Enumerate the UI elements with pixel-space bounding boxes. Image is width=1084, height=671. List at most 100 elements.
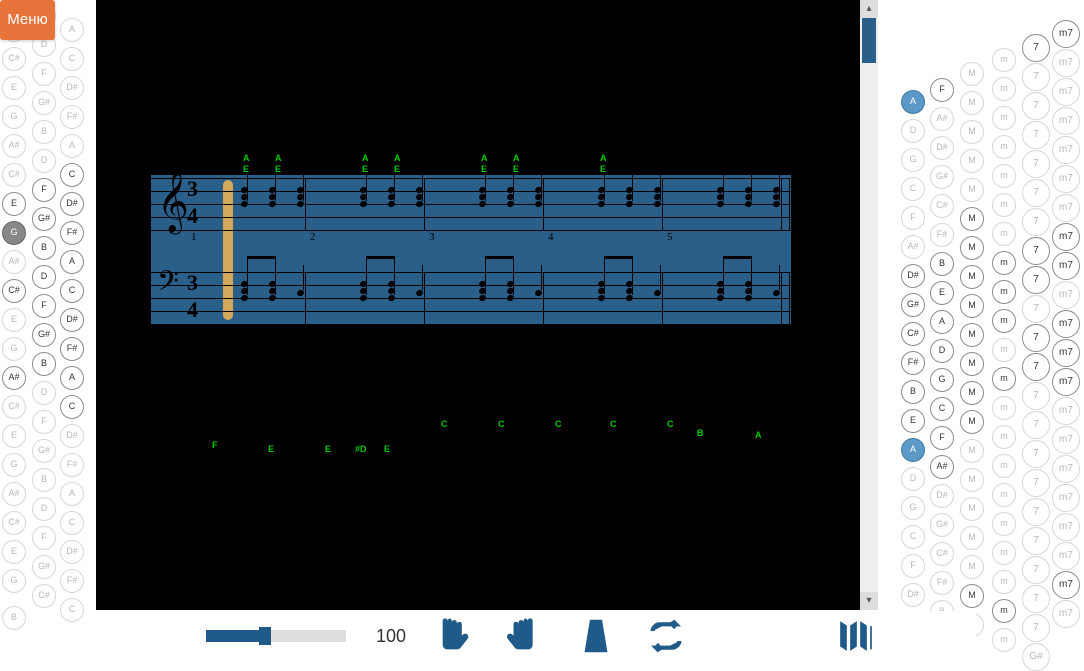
left-key-Gs[interactable]: G# bbox=[32, 91, 56, 115]
right-key-m[interactable]: m bbox=[992, 570, 1016, 594]
right-key-Cs[interactable]: C# bbox=[901, 322, 925, 346]
left-key-Gs[interactable]: G# bbox=[32, 555, 56, 579]
right-key-M[interactable]: M bbox=[960, 149, 984, 173]
right-key-D[interactable]: D bbox=[901, 467, 925, 491]
left-key-F[interactable]: F bbox=[32, 410, 56, 434]
right-key-7[interactable]: 7 bbox=[1022, 614, 1050, 642]
right-key-B[interactable]: B bbox=[901, 380, 925, 404]
left-key-A[interactable]: A bbox=[60, 366, 84, 390]
right-key-7[interactable]: 7 bbox=[1022, 353, 1050, 381]
right-key-m7[interactable]: m7 bbox=[1052, 455, 1080, 483]
left-key-E[interactable]: E bbox=[2, 424, 26, 448]
right-key-m[interactable]: m bbox=[992, 222, 1016, 246]
right-key-m[interactable]: m bbox=[992, 628, 1016, 652]
right-key-As[interactable]: A# bbox=[930, 107, 954, 131]
right-key-m[interactable]: m bbox=[992, 48, 1016, 72]
right-key-m7[interactable]: m7 bbox=[1052, 107, 1080, 135]
right-key-m7[interactable]: m7 bbox=[1052, 136, 1080, 164]
left-key-Fs[interactable]: F# bbox=[60, 453, 84, 477]
left-key-Fs[interactable]: F# bbox=[60, 105, 84, 129]
left-key-A[interactable]: A bbox=[60, 250, 84, 274]
left-key-E[interactable]: E bbox=[2, 308, 26, 332]
left-key-A[interactable]: A bbox=[60, 18, 84, 42]
left-key-Ds[interactable]: D# bbox=[60, 308, 84, 332]
scroll-up-icon[interactable]: ▴ bbox=[860, 0, 878, 18]
left-key-C[interactable]: C bbox=[60, 279, 84, 303]
right-key-7[interactable]: 7 bbox=[1022, 34, 1050, 62]
right-key-m[interactable]: m bbox=[992, 454, 1016, 478]
right-key-C[interactable]: C bbox=[901, 525, 925, 549]
right-key-7[interactable]: 7 bbox=[1022, 295, 1050, 323]
left-key-E[interactable]: E bbox=[2, 192, 26, 216]
right-key-7[interactable]: 7 bbox=[1022, 440, 1050, 468]
left-key-D[interactable]: D bbox=[32, 497, 56, 521]
right-key-7[interactable]: 7 bbox=[1022, 469, 1050, 497]
right-key-A[interactable]: A bbox=[930, 310, 954, 334]
left-key-Cs[interactable]: C# bbox=[2, 163, 26, 187]
left-hand-icon[interactable] bbox=[436, 616, 476, 656]
right-key-m[interactable]: m bbox=[992, 396, 1016, 420]
right-key-M[interactable]: M bbox=[960, 468, 984, 492]
left-key-C[interactable]: C bbox=[60, 511, 84, 535]
left-key-E[interactable]: E bbox=[2, 540, 26, 564]
right-key-m7[interactable]: m7 bbox=[1052, 310, 1080, 338]
left-key-B[interactable]: B bbox=[32, 120, 56, 144]
left-key-G[interactable]: G bbox=[2, 105, 26, 129]
right-key-Fs[interactable]: F# bbox=[930, 571, 954, 595]
menu-button[interactable]: Меню bbox=[0, 0, 55, 40]
left-key-B[interactable]: B bbox=[32, 352, 56, 376]
right-key-m[interactable]: m bbox=[992, 541, 1016, 565]
right-key-m[interactable]: m bbox=[992, 309, 1016, 333]
left-key-Fs[interactable]: F# bbox=[60, 569, 84, 593]
right-key-7[interactable]: 7 bbox=[1022, 527, 1050, 555]
right-key-M[interactable]: M bbox=[960, 294, 984, 318]
right-key-M[interactable]: M bbox=[960, 265, 984, 289]
right-key-Gs[interactable]: G# bbox=[930, 513, 954, 537]
right-key-7[interactable]: 7 bbox=[1022, 556, 1050, 584]
right-key-M[interactable]: M bbox=[960, 584, 984, 608]
right-key-Fs[interactable]: F# bbox=[930, 223, 954, 247]
right-key-F[interactable]: F bbox=[930, 78, 954, 102]
right-key-D[interactable]: D bbox=[901, 119, 925, 143]
right-key-Ds[interactable]: D# bbox=[901, 264, 925, 288]
right-key-7[interactable]: 7 bbox=[1022, 121, 1050, 149]
right-key-M[interactable]: M bbox=[960, 91, 984, 115]
right-key-m7[interactable]: m7 bbox=[1052, 513, 1080, 541]
right-key-7[interactable]: 7 bbox=[1022, 150, 1050, 178]
left-key-Ds[interactable]: D# bbox=[60, 540, 84, 564]
left-key-E[interactable]: E bbox=[2, 76, 26, 100]
right-key-m7[interactable]: m7 bbox=[1052, 20, 1080, 48]
left-key-As[interactable]: A# bbox=[2, 366, 26, 390]
left-key-Cs[interactable]: C# bbox=[32, 584, 56, 608]
right-key-m[interactable]: m bbox=[992, 599, 1016, 623]
left-key-Gs[interactable]: G# bbox=[32, 323, 56, 347]
left-key-Fs[interactable]: F# bbox=[60, 337, 84, 361]
left-key-F[interactable]: F bbox=[32, 526, 56, 550]
right-key-7[interactable]: 7 bbox=[1022, 237, 1050, 265]
right-key-Gs[interactable]: G# bbox=[901, 293, 925, 317]
left-key-Cs[interactable]: C# bbox=[2, 47, 26, 71]
right-key-m7[interactable]: m7 bbox=[1052, 397, 1080, 425]
right-key-B[interactable]: B bbox=[930, 252, 954, 276]
right-key-m[interactable]: m bbox=[992, 106, 1016, 130]
left-key-A[interactable]: A bbox=[60, 134, 84, 158]
right-key-m7[interactable]: m7 bbox=[1052, 368, 1080, 396]
right-hand-icon[interactable] bbox=[506, 616, 546, 656]
left-key-G[interactable]: G bbox=[2, 453, 26, 477]
right-key-C[interactable]: C bbox=[930, 397, 954, 421]
right-key-G[interactable]: G bbox=[930, 368, 954, 392]
right-key-M[interactable]: M bbox=[960, 381, 984, 405]
right-key-m7[interactable]: m7 bbox=[1052, 426, 1080, 454]
right-key-m[interactable]: m bbox=[992, 512, 1016, 536]
right-key-m[interactable]: m bbox=[992, 135, 1016, 159]
right-key-M[interactable]: M bbox=[960, 497, 984, 521]
right-key-M[interactable]: M bbox=[960, 178, 984, 202]
right-key-m[interactable]: m bbox=[992, 338, 1016, 362]
right-key-F[interactable]: F bbox=[930, 426, 954, 450]
left-key-B[interactable]: B bbox=[32, 468, 56, 492]
scroll-down-icon[interactable]: ▾ bbox=[860, 592, 878, 610]
view-icon[interactable] bbox=[836, 616, 876, 656]
right-key-G[interactable]: G bbox=[901, 496, 925, 520]
right-key-A[interactable]: A bbox=[901, 438, 925, 462]
right-key-A[interactable]: A bbox=[901, 90, 925, 114]
